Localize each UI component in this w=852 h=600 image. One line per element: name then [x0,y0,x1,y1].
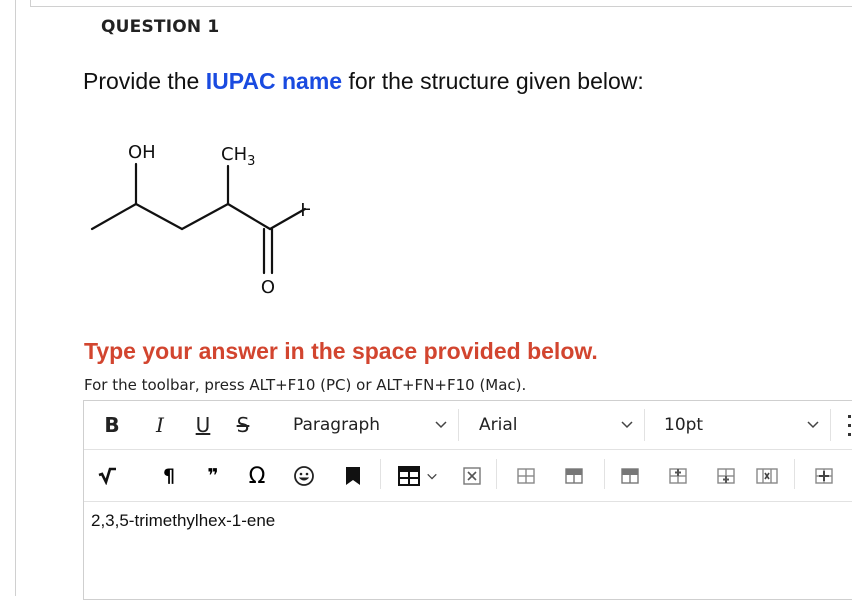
table-cells-icon [815,468,833,484]
rich-text-editor: B I U S Paragraph Arial 10pt ¶ ❞ Ω 2,3,5… [83,400,852,600]
oh-label: OH [128,142,156,163]
toolbar-row-1: B I U S Paragraph Arial 10pt [84,401,852,450]
merge-cells-button[interactable] [812,463,836,489]
font-size-dropdown[interactable]: 10pt [651,409,831,441]
question-label: QUESTION 1 [101,17,220,37]
insert-column-before-button[interactable] [666,463,690,489]
table-row-props-button[interactable] [618,463,642,489]
toolbar-separator [380,459,381,489]
paragraph-dropdown[interactable]: Paragraph [279,409,459,441]
toolbar-separator [604,459,605,489]
prompt-text-after: for the structure given below: [342,68,644,94]
question-prompt: Provide the IUPAC name for the structure… [83,68,644,95]
bookmark-button[interactable] [342,463,364,489]
toolbar-row-2: ¶ ❞ Ω [84,449,852,502]
h-label: H [300,200,310,221]
molecule-structure: OH CH3 H O [90,142,310,298]
square-root-icon [98,467,116,485]
table-insert-button[interactable] [392,463,442,489]
table-row-icon [517,468,535,484]
delete-column-button[interactable] [754,463,780,489]
table-delete-column-icon [756,468,778,484]
frame-left-border [15,0,16,596]
bold-button[interactable]: B [102,411,122,439]
underline-button[interactable]: U [192,411,214,439]
emoji-button[interactable] [292,463,316,489]
ch3-label: CH3 [221,144,255,169]
table-icon [397,466,420,486]
font-dropdown[interactable]: Arial [465,409,645,441]
prompt-text-before: Provide the [83,68,206,94]
chevron-down-icon [435,421,447,429]
chevron-down-icon [426,473,437,480]
insert-row-before-button[interactable] [514,463,538,489]
special-character-button[interactable]: Ω [244,463,270,489]
editor-content[interactable]: 2,3,5-trimethylhex-1-ene [91,511,275,531]
paragraph-dropdown-label: Paragraph [293,415,381,435]
font-size-dropdown-label: 10pt [664,415,704,435]
toolbar-separator [794,459,795,489]
toolbar-separator [496,459,497,489]
insert-row-after-button[interactable] [562,463,586,489]
pilcrow-button[interactable]: ¶ [158,463,180,489]
table-row-icon [621,468,639,484]
table-delete-icon [463,467,481,485]
strikethrough-button[interactable]: S [232,411,254,439]
prompt-highlight: IUPAC name [205,68,343,94]
table-column-icon [717,468,735,484]
toolbar-hint: For the toolbar, press ALT+F10 (PC) or A… [84,376,527,394]
table-row-icon [565,468,583,484]
chevron-down-icon [621,421,633,429]
smiley-icon [294,466,314,486]
blockquote-button[interactable]: ❞ [202,463,224,489]
delete-table-button[interactable] [460,463,484,489]
o-label: O [261,277,275,298]
bookmark-icon [346,467,360,485]
italic-button[interactable]: I [150,411,170,439]
more-options-icon[interactable] [846,413,852,439]
insert-column-after-button[interactable] [714,463,738,489]
table-column-icon [669,468,687,484]
equation-button[interactable] [96,463,118,489]
answer-instruction: Type your answer in the space provided b… [84,338,598,364]
font-dropdown-label: Arial [479,415,518,435]
chevron-down-icon [807,421,819,429]
frame-top-border [30,6,852,7]
